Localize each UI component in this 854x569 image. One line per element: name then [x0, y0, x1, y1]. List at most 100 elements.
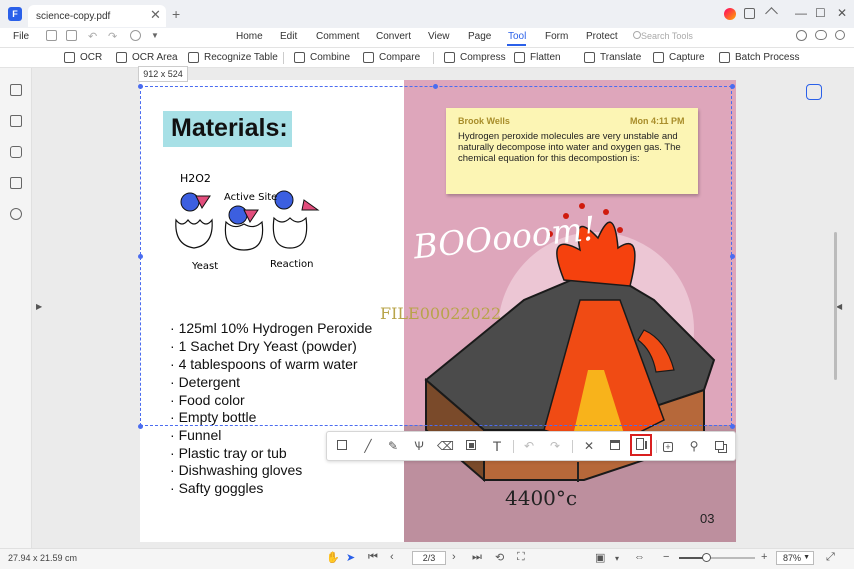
menu-home[interactable]: Home — [236, 31, 263, 42]
translate-button[interactable]: Translate — [600, 52, 641, 63]
thumbnails-icon[interactable] — [10, 84, 22, 96]
compare-icon[interactable] — [363, 52, 374, 63]
print-icon[interactable] — [130, 30, 141, 41]
resize-handle[interactable] — [730, 424, 735, 429]
combine-button[interactable]: Combine — [310, 52, 350, 63]
tab-close-icon[interactable]: ✕ — [150, 7, 161, 23]
menu-file[interactable]: File — [13, 31, 29, 42]
ocr-area-icon[interactable] — [116, 52, 127, 63]
menu-protect[interactable]: Protect — [586, 31, 618, 42]
compress-icon[interactable] — [444, 52, 455, 63]
full-screen-icon[interactable]: ⤢ — [826, 551, 835, 564]
line-icon[interactable]: ╱ — [360, 438, 376, 454]
zoom-level-select[interactable]: 87% ▼ — [776, 551, 814, 565]
mosaic-icon[interactable] — [463, 438, 479, 454]
next-page-icon[interactable]: › — [452, 551, 456, 563]
temperature-label: 4400°c — [505, 486, 578, 510]
flatten-icon[interactable] — [514, 52, 525, 63]
eraser-icon[interactable]: ⌫ — [437, 438, 454, 454]
close-window-button[interactable]: ✕ — [837, 6, 847, 20]
zoom-in-button[interactable]: + — [761, 551, 767, 563]
properties-panel-icon[interactable] — [806, 84, 822, 100]
menu-comment[interactable]: Comment — [316, 31, 359, 42]
mail-icon[interactable] — [66, 30, 77, 41]
save-icon[interactable] — [46, 30, 57, 41]
page-dimensions: 27.94 x 21.59 cm — [8, 553, 78, 563]
search-tools-input[interactable]: Search Tools — [641, 31, 693, 41]
undo-icon[interactable]: ↶ — [88, 30, 97, 43]
redo-icon[interactable]: ↷ — [108, 30, 117, 43]
menu-view[interactable]: View — [428, 31, 450, 42]
rotate-icon[interactable]: ⟲ — [495, 551, 504, 564]
pin-icon[interactable]: + — [660, 438, 676, 454]
new-tab-icon[interactable]: + — [172, 6, 180, 22]
compare-button[interactable]: Compare — [379, 52, 420, 63]
ocr-icon[interactable] — [64, 52, 75, 63]
more-options-icon[interactable] — [835, 30, 845, 40]
copy-icon[interactable] — [630, 434, 652, 456]
capture-icon[interactable] — [653, 52, 664, 63]
hand-tool-icon[interactable]: ✋ — [326, 551, 340, 564]
undo-icon[interactable]: ↶ — [521, 438, 537, 454]
batch-process-button[interactable]: Batch Process — [735, 52, 799, 63]
ocr-area-button[interactable]: OCR Area — [132, 52, 178, 63]
text-icon[interactable]: T — [489, 438, 505, 454]
fit-page-icon[interactable]: ⛶ — [517, 551, 525, 564]
maximize-button[interactable]: ☐ — [815, 6, 826, 20]
quick-access-dropdown-icon[interactable]: ▼ — [151, 31, 159, 40]
notification-icon[interactable] — [744, 8, 755, 19]
menu-convert[interactable]: Convert — [376, 31, 411, 42]
comment-icon[interactable] — [10, 146, 22, 158]
rectangle-icon[interactable] — [334, 438, 350, 454]
resize-handle[interactable] — [730, 254, 735, 259]
redo-icon[interactable]: ↷ — [547, 438, 563, 454]
capture-selection-box[interactable] — [140, 86, 732, 426]
select-tool-icon[interactable]: ➤ — [346, 551, 355, 564]
resize-handle[interactable] — [138, 424, 143, 429]
help-icon[interactable] — [796, 30, 807, 41]
thermometer-line — [577, 462, 579, 482]
attachment-icon[interactable] — [10, 177, 22, 189]
menu-page[interactable]: Page — [468, 31, 491, 42]
first-page-icon[interactable]: ⏮ — [368, 551, 378, 564]
combine-icon[interactable] — [294, 52, 305, 63]
selection-size-badge: 912 x 524 — [138, 66, 188, 82]
last-page-icon[interactable]: ⏭ — [472, 551, 482, 564]
pencil-icon[interactable]: ✎ — [385, 438, 401, 454]
minimize-button[interactable]: — — [795, 6, 807, 20]
page-layout-icon[interactable]: ▣ — [595, 551, 605, 564]
search-panel-icon[interactable] — [10, 208, 22, 220]
cloud-icon[interactable] — [815, 30, 827, 40]
resize-handle[interactable] — [138, 254, 143, 259]
compress-button[interactable]: Compress — [460, 52, 506, 63]
user-avatar[interactable] — [724, 8, 736, 20]
previous-page-icon[interactable]: ‹ — [390, 551, 394, 563]
batch-process-icon[interactable] — [719, 52, 730, 63]
page-layout-dropdown-icon[interactable]: ▾ — [615, 554, 619, 563]
highlighter-icon[interactable]: Ѱ — [411, 438, 427, 454]
menu-edit[interactable]: Edit — [280, 31, 297, 42]
document-tab-label: science-copy.pdf — [36, 11, 111, 22]
save-icon[interactable] — [607, 438, 623, 454]
copy-to-clipboard-icon[interactable] — [711, 438, 727, 454]
capture-button[interactable]: Capture — [669, 52, 705, 63]
resize-handle[interactable] — [730, 84, 735, 89]
bookmark-icon[interactable] — [10, 115, 22, 127]
list-item: · Dishwashing gloves — [170, 462, 303, 478]
menu-form[interactable]: Form — [545, 31, 568, 42]
pushpin-icon[interactable]: ⚲ — [686, 438, 702, 454]
resize-handle[interactable] — [138, 84, 143, 89]
menu-tool[interactable]: Tool — [508, 31, 526, 42]
recognize-table-icon[interactable] — [188, 52, 199, 63]
ocr-button[interactable]: OCR — [80, 52, 102, 63]
recognize-table-button[interactable]: Recognize Table — [204, 52, 278, 63]
vertical-scrollbar[interactable] — [834, 232, 837, 380]
flatten-button[interactable]: Flatten — [530, 52, 561, 63]
resize-handle[interactable] — [433, 84, 438, 89]
page-number-input[interactable]: 2/3 — [412, 551, 446, 565]
expand-sidebar-icon[interactable]: ▶ — [36, 302, 42, 311]
fit-width-icon[interactable]: ⇔ — [634, 551, 645, 563]
translate-icon[interactable] — [584, 52, 595, 63]
close-icon[interactable]: ✕ — [581, 438, 597, 454]
zoom-out-button[interactable]: − — [663, 551, 669, 563]
